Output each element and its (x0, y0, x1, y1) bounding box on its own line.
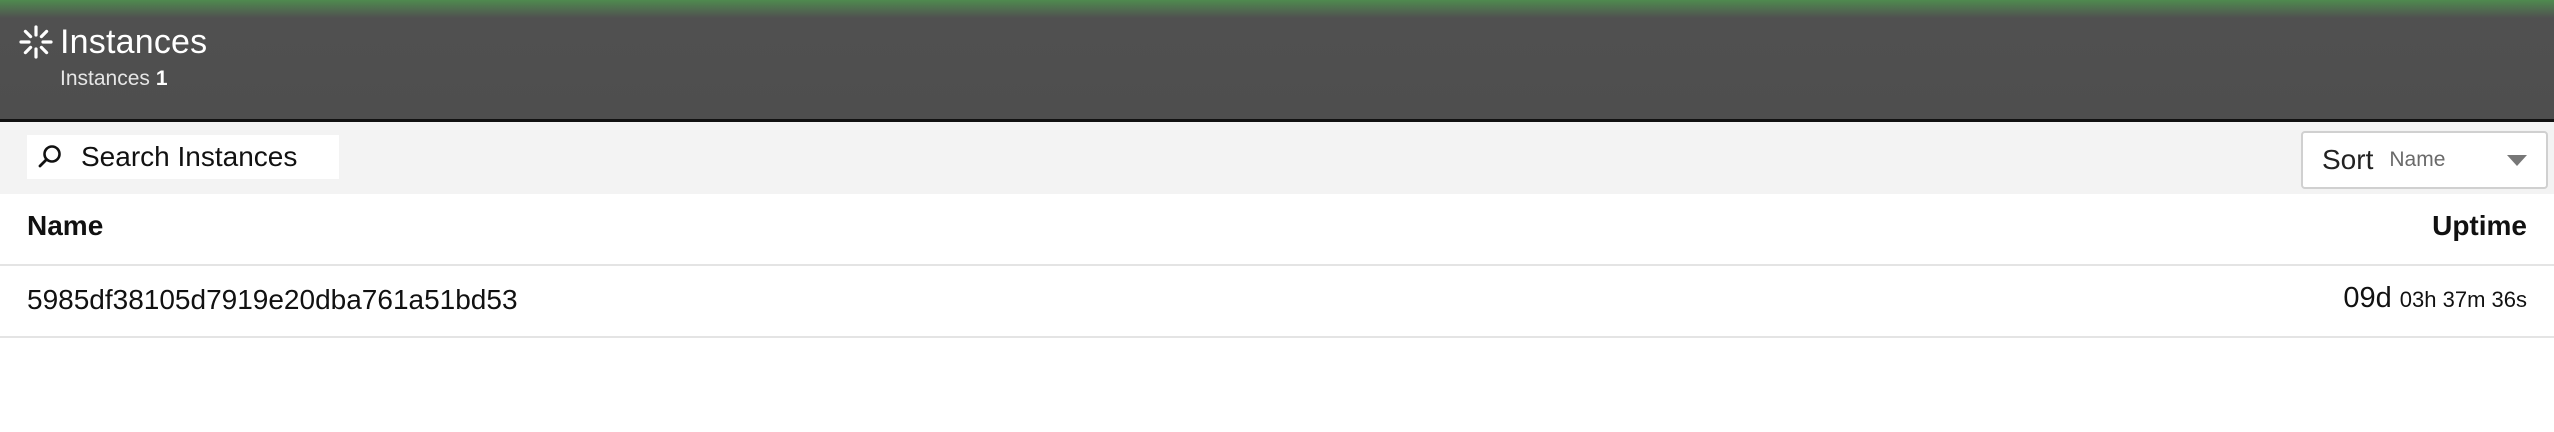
app-header: Instances Instances 1 (0, 0, 2554, 122)
search-input[interactable] (81, 141, 311, 173)
instance-count-summary: Instances 1 (60, 67, 168, 91)
uptime-days: 09d (2343, 282, 2392, 314)
spinner-icon (19, 25, 53, 59)
sort-selected-value: Name (2389, 148, 2446, 171)
table-header: Name Uptime (0, 194, 2554, 266)
uptime-hms: 03h 37m 36s (2399, 287, 2527, 312)
search-icon (38, 145, 61, 168)
chevron-down-icon[interactable] (2506, 154, 2528, 168)
page-title: Instances (60, 22, 208, 61)
table-row[interactable]: 5985df38105d7919e20dba761a51bd53 09d 03h… (0, 266, 2554, 338)
instance-uptime: 09d 03h 37m 36s (2343, 282, 2527, 315)
search-box[interactable] (27, 135, 339, 179)
column-header-name[interactable]: Name (27, 210, 103, 242)
toolbar: Sort Name (0, 122, 2554, 194)
column-header-uptime[interactable]: Uptime (2432, 210, 2527, 242)
header-title-row: Instances (18, 20, 207, 64)
instance-name[interactable]: 5985df38105d7919e20dba761a51bd53 (27, 284, 518, 316)
sort-label: Sort (2322, 144, 2374, 175)
instance-count-value: 1 (155, 67, 168, 90)
instance-count-label: Instances (60, 67, 150, 90)
sort-dropdown[interactable]: Sort Name (2301, 131, 2548, 189)
